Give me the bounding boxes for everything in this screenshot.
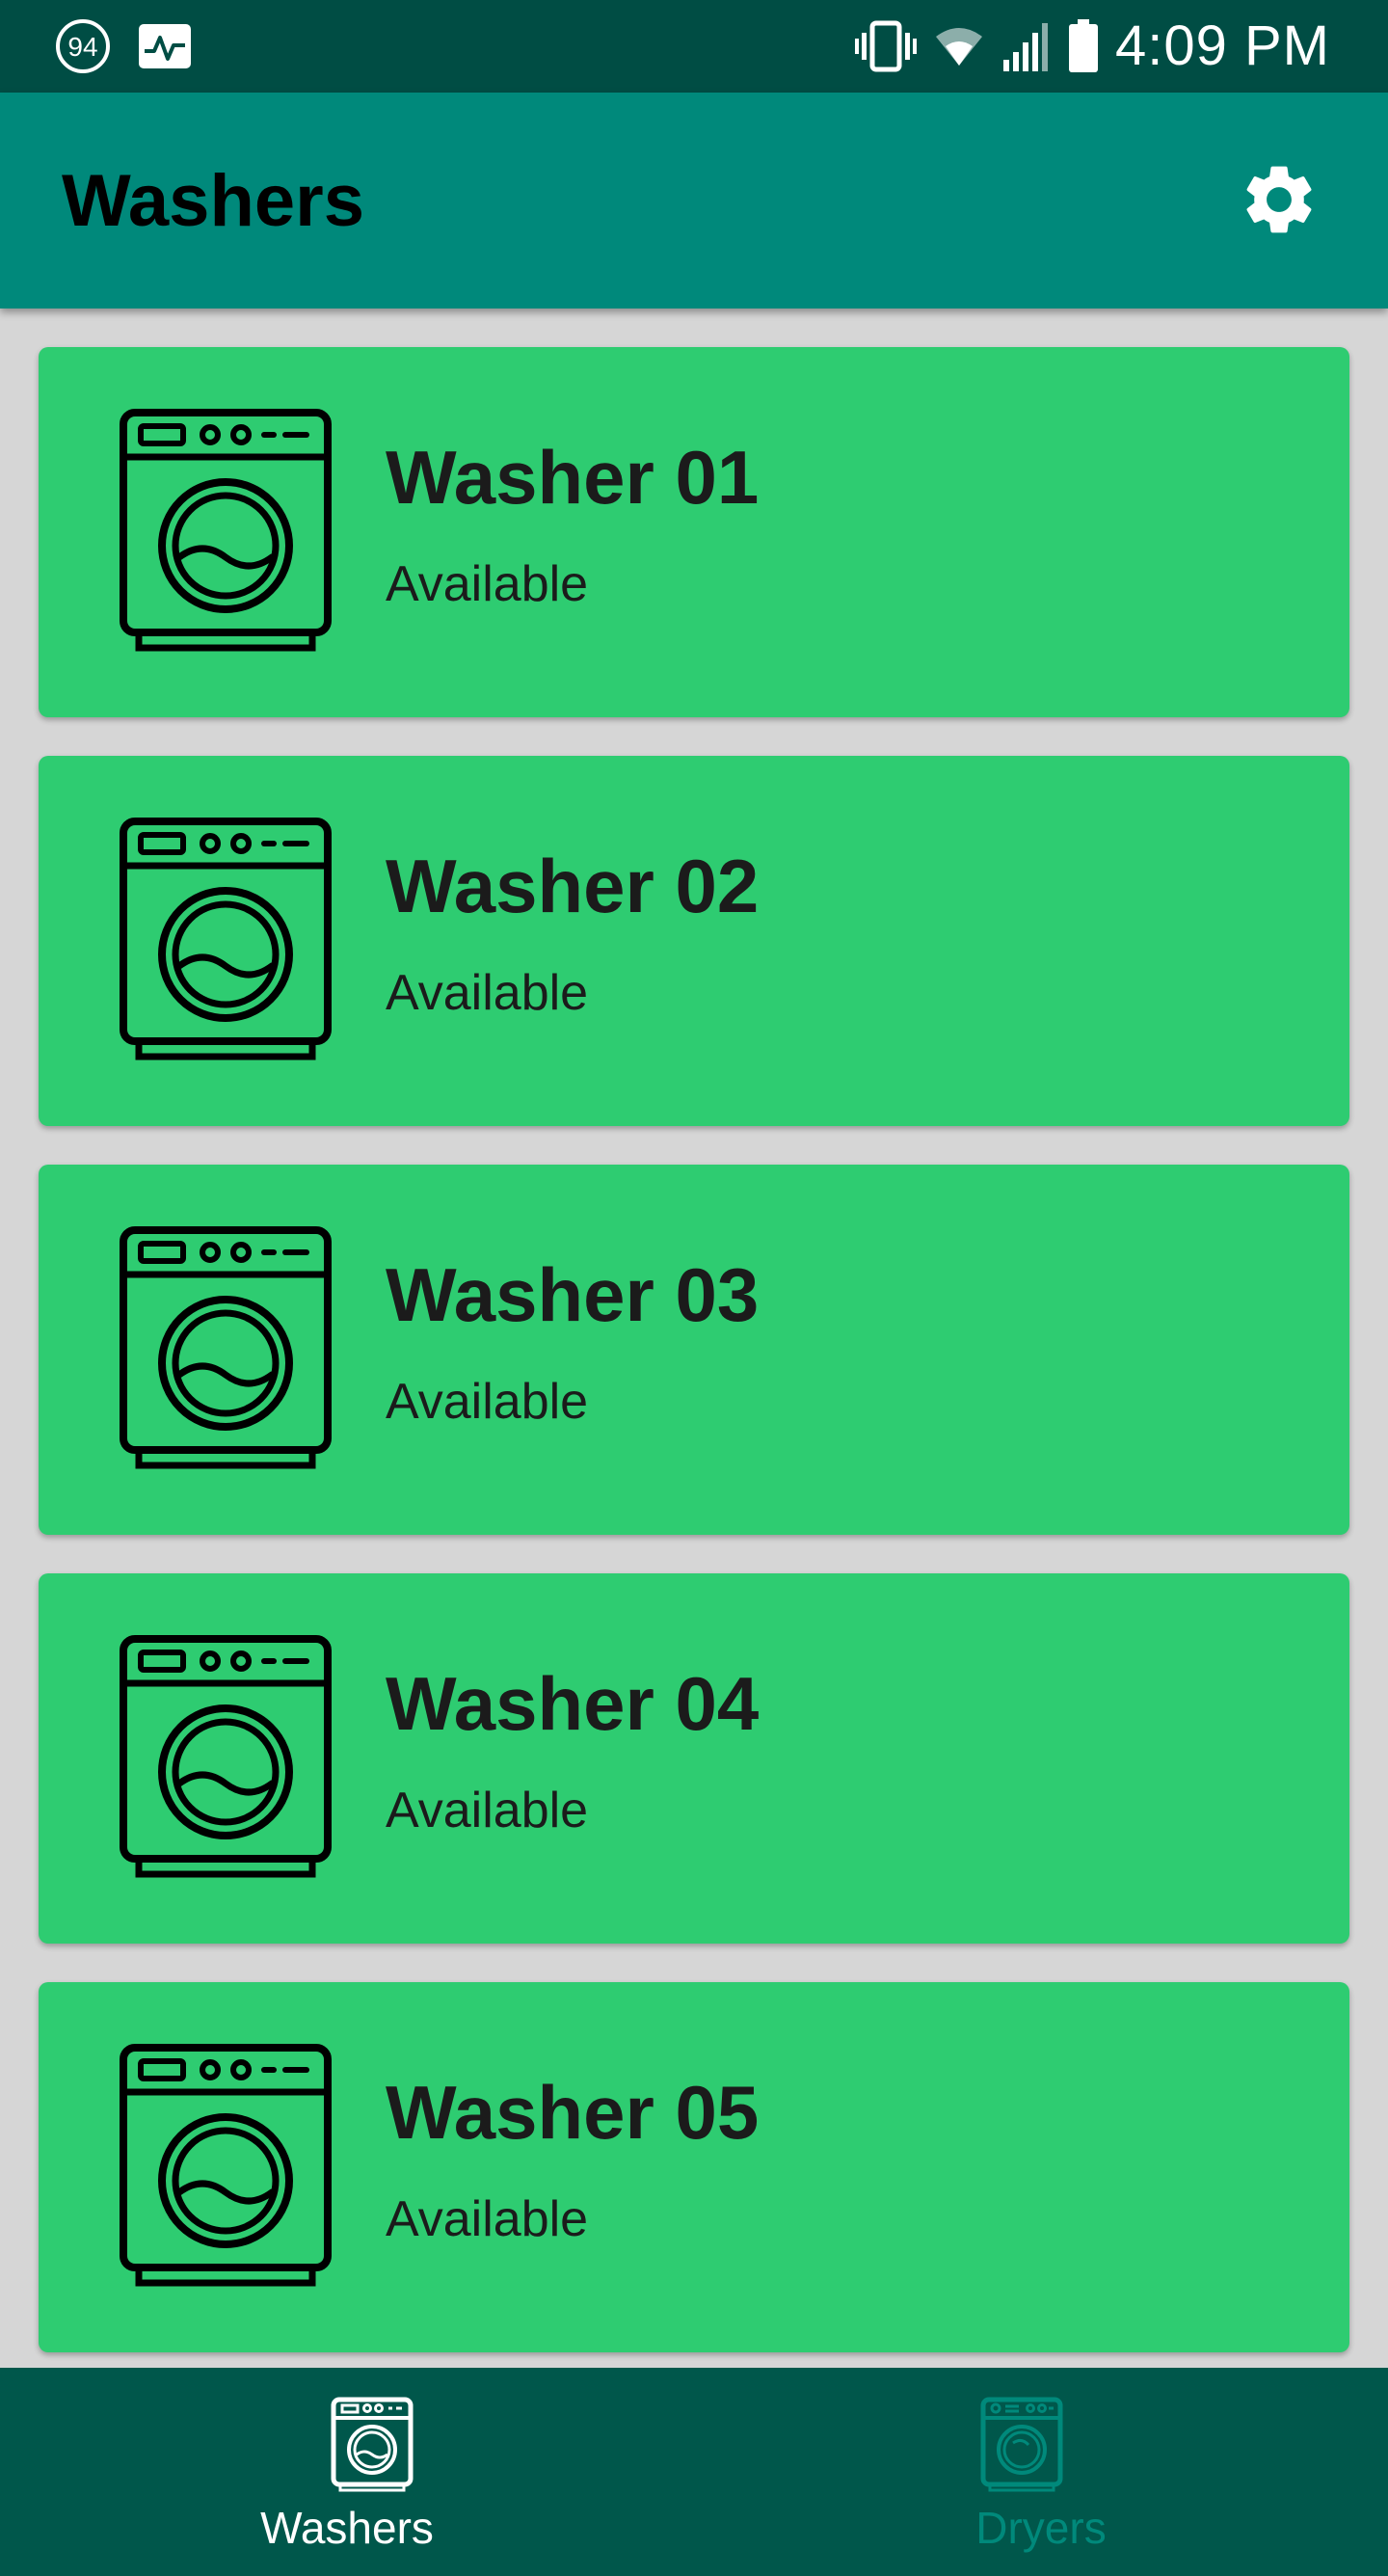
cell-signal-icon bbox=[1001, 19, 1052, 73]
dryer-icon bbox=[980, 2397, 1063, 2493]
status-left-icons: 94 bbox=[54, 17, 193, 75]
notification-count-icon: 94 bbox=[54, 17, 112, 75]
washer-icon bbox=[118, 2042, 334, 2293]
machine-name: Washer 03 bbox=[386, 1252, 760, 1337]
washer-icon bbox=[118, 407, 334, 657]
washer-icon bbox=[118, 1224, 334, 1475]
machine-card[interactable]: Washer 02 Available bbox=[39, 756, 1349, 1126]
vibrate-icon bbox=[855, 19, 917, 73]
machine-list[interactable]: Washer 01 Available Washer 02 Available Wash… bbox=[0, 309, 1388, 2368]
settings-button[interactable] bbox=[1234, 154, 1324, 245]
machine-card[interactable]: Washer 05 Available bbox=[39, 1982, 1349, 2352]
washer-icon bbox=[331, 2397, 414, 2493]
machine-name: Washer 02 bbox=[386, 844, 760, 928]
notification-count-text: 94 bbox=[67, 32, 97, 62]
machine-card[interactable]: Washer 03 Available bbox=[39, 1165, 1349, 1535]
status-right-icons: 4:09 PM bbox=[855, 13, 1330, 79]
status-time: 4:09 PM bbox=[1115, 14, 1330, 77]
machine-status: Available bbox=[386, 965, 589, 1021]
nav-label-washers: Washers bbox=[260, 2503, 434, 2553]
machine-name: Washer 05 bbox=[386, 2070, 760, 2155]
battery-icon bbox=[1067, 19, 1100, 73]
gear-icon bbox=[1246, 166, 1312, 233]
machine-status: Available bbox=[386, 1374, 589, 1430]
nav-item-washers[interactable]: Washers bbox=[0, 2368, 694, 2576]
machine-card[interactable]: Washer 04 Available bbox=[39, 1573, 1349, 1944]
machine-status: Available bbox=[386, 1783, 589, 1838]
status-bar: 94 4:09 PM bbox=[0, 0, 1388, 93]
machine-status: Available bbox=[386, 2191, 589, 2247]
washer-icon bbox=[118, 1633, 334, 1884]
washer-icon bbox=[118, 816, 334, 1066]
activity-monitor-icon bbox=[137, 22, 193, 70]
machine-card[interactable]: Washer 01 Available bbox=[39, 347, 1349, 717]
machine-name: Washer 01 bbox=[386, 435, 760, 520]
wifi-icon bbox=[932, 19, 986, 73]
nav-label-dryers: Dryers bbox=[975, 2503, 1107, 2553]
page-title: Washers bbox=[62, 160, 364, 242]
app-bar: Washers bbox=[0, 93, 1388, 309]
bottom-nav: Washers Dryers bbox=[0, 2368, 1388, 2576]
machine-name: Washer 04 bbox=[386, 1661, 760, 1746]
nav-item-dryers[interactable]: Dryers bbox=[694, 2368, 1388, 2576]
machine-status: Available bbox=[386, 556, 589, 612]
